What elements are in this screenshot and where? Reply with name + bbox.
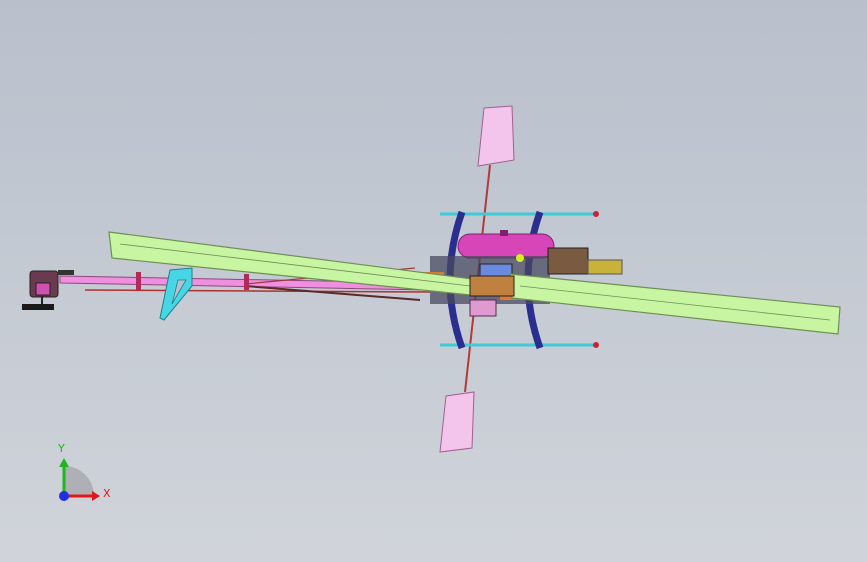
triad-y-label: Y — [58, 442, 65, 455]
flybar-paddle-bottom[interactable] — [439, 391, 475, 453]
main-blade-right[interactable] — [509, 273, 841, 335]
coordinate-triad[interactable] — [59, 458, 100, 501]
boom-clamp — [136, 272, 141, 290]
helicopter-model[interactable] — [0, 0, 867, 562]
tail-rotor-hub — [35, 282, 51, 296]
boom-clamp-2 — [244, 274, 249, 290]
canopy-bracket — [469, 299, 497, 317]
triad-x-label: X — [103, 487, 111, 500]
status-led — [516, 254, 524, 262]
skid-end-cap-2 — [593, 342, 599, 348]
arrow-up-icon — [59, 458, 69, 467]
z-axis-dot — [59, 491, 69, 501]
engine-motor — [587, 259, 623, 275]
arrow-right-icon — [92, 491, 100, 501]
tail-pitch-lever — [58, 270, 74, 275]
fuel-tank-cap — [500, 230, 508, 236]
blade-grip — [469, 275, 515, 297]
tail-push-rod — [84, 289, 431, 293]
triad-arc — [64, 466, 94, 496]
fuel-tank[interactable] — [457, 230, 555, 259]
tail-rotor-blade — [22, 304, 54, 310]
flybar-paddle-top[interactable] — [477, 105, 515, 167]
engine-block — [547, 247, 589, 275]
cad-viewport[interactable]: X Y — [0, 0, 867, 562]
fuel-tank-body — [457, 233, 555, 259]
skid-end-cap — [593, 211, 599, 217]
